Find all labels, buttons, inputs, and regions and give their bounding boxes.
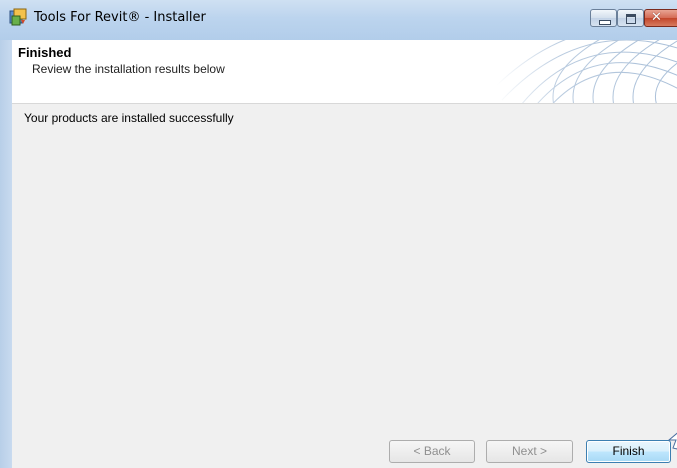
- mouse-cursor-icon: [667, 432, 677, 450]
- installer-window: Tools For Revit® - Installer ✕ Finished …: [0, 0, 677, 468]
- close-button[interactable]: ✕: [644, 9, 677, 27]
- page-subtitle: Review the installation results below: [32, 62, 225, 76]
- window-frame-left: [0, 40, 12, 468]
- page-title: Finished: [18, 45, 72, 60]
- minimize-icon: [599, 20, 611, 25]
- finish-button[interactable]: Finish: [586, 440, 671, 463]
- wizard-content: Your products are installed successfully…: [12, 104, 677, 468]
- wizard-header: Finished Review the installation results…: [12, 40, 677, 103]
- minimize-button[interactable]: [590, 9, 617, 27]
- back-button[interactable]: < Back: [389, 440, 475, 463]
- close-icon: ✕: [651, 10, 662, 25]
- maximize-button[interactable]: [617, 9, 644, 27]
- installer-app-icon: [9, 8, 27, 26]
- window-title: Tools For Revit® - Installer: [34, 10, 206, 25]
- globe-mesh-graphic: [497, 40, 677, 103]
- next-button[interactable]: Next >: [486, 440, 573, 463]
- maximize-icon: [626, 14, 636, 24]
- install-status-text: Your products are installed successfully: [24, 111, 234, 125]
- title-bar[interactable]: Tools For Revit® - Installer ✕: [0, 0, 677, 40]
